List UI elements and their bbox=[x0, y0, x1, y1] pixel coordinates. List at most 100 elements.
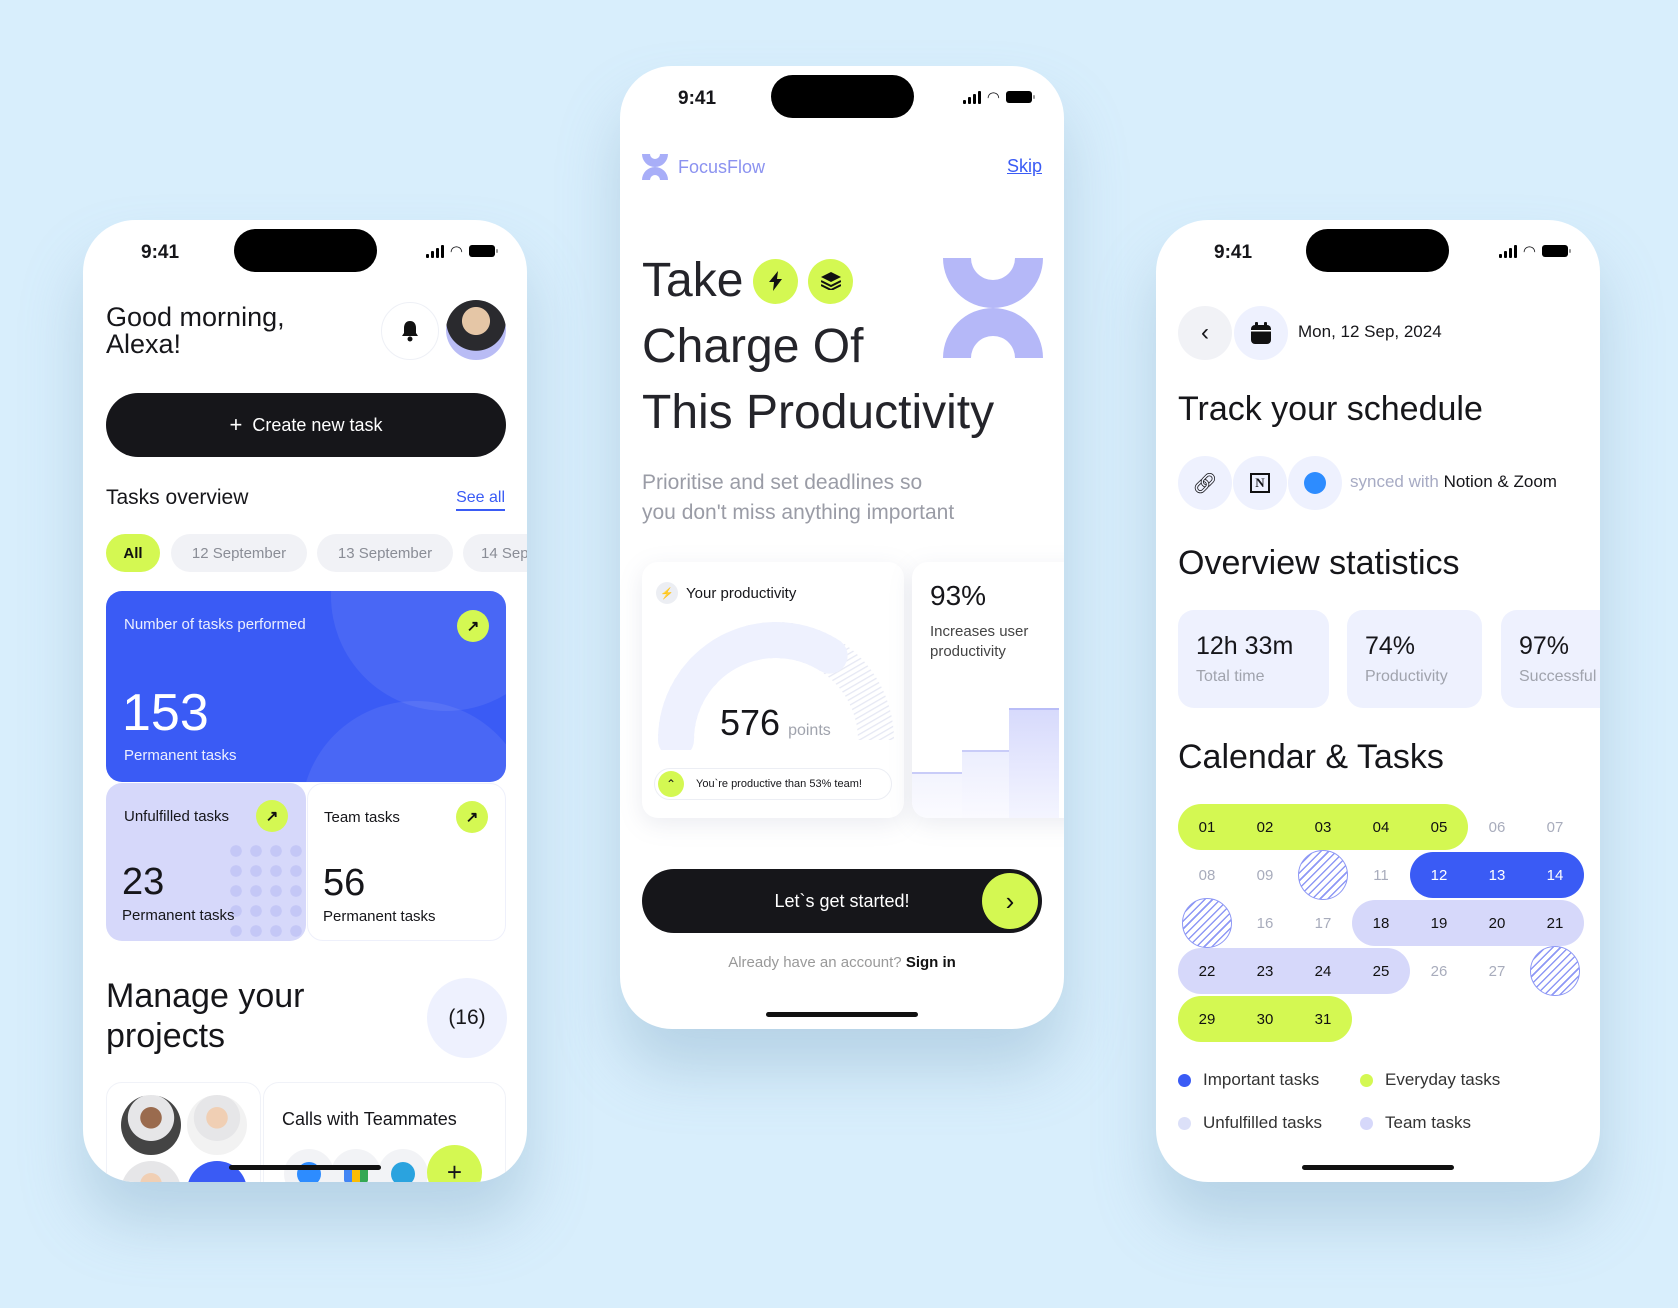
filter-chip-14-september[interactable]: 14 Sep bbox=[463, 534, 527, 572]
up-chevrons-icon: ⌃ bbox=[658, 771, 684, 797]
calendar-day-22[interactable]: 22 bbox=[1179, 948, 1235, 994]
card-value: 56 bbox=[323, 862, 366, 904]
dynamic-island bbox=[1306, 229, 1449, 272]
stat-card-total-time[interactable]: 12h 33m Total time bbox=[1178, 610, 1329, 708]
step-bar-2 bbox=[962, 750, 1009, 818]
card-label: Team tasks bbox=[324, 809, 400, 826]
calendar-day-29[interactable]: 29 bbox=[1179, 996, 1235, 1042]
calendar-day-11[interactable]: 11 bbox=[1353, 852, 1409, 898]
lightning-icon bbox=[768, 271, 782, 291]
current-date: Mon, 12 Sep, 2024 bbox=[1298, 322, 1442, 341]
back-button[interactable]: ‹ bbox=[1178, 306, 1232, 360]
calendar-day-14[interactable]: 14 bbox=[1527, 852, 1583, 898]
calendar-day-27[interactable]: 27 bbox=[1469, 948, 1525, 994]
unfulfilled-day-10[interactable] bbox=[1298, 850, 1348, 900]
get-started-label: Let`s get started! bbox=[774, 890, 910, 911]
calendar-day-12[interactable]: 12 bbox=[1411, 852, 1467, 898]
notifications-button[interactable] bbox=[381, 302, 439, 360]
open-card-button[interactable]: ↗ bbox=[456, 801, 488, 833]
calendar-day-25[interactable]: 25 bbox=[1353, 948, 1409, 994]
calendar-day-31[interactable]: 31 bbox=[1295, 996, 1351, 1042]
legend-dot bbox=[1360, 1116, 1373, 1130]
calendar-day-05[interactable]: 05 bbox=[1411, 804, 1467, 850]
card-label: Number of tasks performed bbox=[124, 616, 306, 633]
filter-chip-all[interactable]: All bbox=[106, 534, 160, 572]
team-tasks-card[interactable]: Team tasks ↗ 56 Permanent tasks bbox=[307, 783, 506, 941]
calendar-button[interactable] bbox=[1234, 306, 1288, 360]
wifi-icon: ◠ bbox=[449, 243, 463, 260]
card-value: 23 bbox=[122, 861, 165, 903]
bell-icon bbox=[402, 321, 418, 342]
calendar-day-19[interactable]: 19 bbox=[1411, 900, 1467, 946]
telegram-app-icon[interactable] bbox=[378, 1149, 428, 1182]
headline-line-1: Take bbox=[642, 254, 744, 307]
calendar-day-08[interactable]: 08 bbox=[1179, 852, 1235, 898]
sign-in-link[interactable]: Sign in bbox=[906, 954, 956, 971]
notion-icon: N bbox=[1250, 473, 1270, 493]
calendar-day-09[interactable]: 09 bbox=[1237, 852, 1293, 898]
calendar-day-23[interactable]: 23 bbox=[1237, 948, 1293, 994]
unfulfilled-tasks-card[interactable]: Unfulfilled tasks ↗ 23 Permanent tasks bbox=[106, 783, 306, 941]
synced-info: synced with Notion & Zoom bbox=[1350, 472, 1557, 492]
wifi-icon: ◠ bbox=[986, 89, 1000, 106]
notion-button[interactable]: N bbox=[1233, 456, 1287, 510]
get-started-button[interactable]: Let`s get started! › bbox=[642, 869, 1042, 933]
unfulfilled-day-28[interactable] bbox=[1530, 946, 1580, 996]
add-call-button[interactable]: + bbox=[427, 1145, 482, 1182]
stat-card-productivity[interactable]: 74% Productivity bbox=[1347, 610, 1482, 708]
onboarding-phone: 9:41 ◠ FocusFlow Skip Take Charge Of Thi… bbox=[620, 66, 1064, 1029]
calendar-day-24[interactable]: 24 bbox=[1295, 948, 1351, 994]
home-indicator bbox=[1302, 1165, 1454, 1170]
calendar-day-30[interactable]: 30 bbox=[1237, 996, 1293, 1042]
stat-label: Successful bbox=[1519, 668, 1597, 685]
stat-card-successful[interactable]: 97% Successful bbox=[1501, 610, 1600, 708]
calendar-day-26[interactable]: 26 bbox=[1411, 948, 1467, 994]
status-bar: 9:41 ◠ bbox=[620, 66, 1064, 136]
decor-circle bbox=[301, 701, 506, 782]
calendar-day-16[interactable]: 16 bbox=[1237, 900, 1293, 946]
calendar-day-02[interactable]: 02 bbox=[1237, 804, 1293, 850]
battery-icon bbox=[1006, 91, 1035, 103]
home-indicator bbox=[766, 1012, 918, 1017]
stat-label: Total time bbox=[1196, 668, 1265, 685]
open-card-button[interactable]: ↗ bbox=[256, 800, 288, 832]
legend-label: Everyday tasks bbox=[1385, 1070, 1501, 1089]
status-time: 9:41 bbox=[141, 242, 180, 263]
filter-chip-12-september[interactable]: 12 September bbox=[171, 534, 307, 572]
chevron-left-icon: ‹ bbox=[1201, 319, 1209, 346]
calendar-day-04[interactable]: 04 bbox=[1353, 804, 1409, 850]
projects-count-badge[interactable]: (16) bbox=[427, 978, 507, 1058]
tasks-performed-card[interactable]: Number of tasks performed ↗ 153 Permanen… bbox=[106, 591, 506, 782]
brand-name: FocusFlow bbox=[678, 156, 766, 177]
legend-label: Unfulfilled tasks bbox=[1203, 1113, 1323, 1132]
calendar-day-06[interactable]: 06 bbox=[1469, 804, 1525, 850]
projects-title-line-2: projects bbox=[106, 1017, 226, 1055]
increase-label-line-1: Increases user bbox=[930, 623, 1029, 640]
calendar-day-20[interactable]: 20 bbox=[1469, 900, 1525, 946]
zoom-button[interactable] bbox=[1288, 456, 1342, 510]
link-button[interactable]: 🔗︎ bbox=[1178, 456, 1232, 510]
unfulfilled-day-15[interactable] bbox=[1182, 898, 1232, 948]
calendar-day-13[interactable]: 13 bbox=[1469, 852, 1525, 898]
headline: Take Charge Of This Productivity bbox=[642, 248, 994, 446]
create-task-button[interactable]: + Create new task bbox=[106, 393, 506, 457]
calendar-icon bbox=[1251, 322, 1271, 344]
legend-item: Important tasks bbox=[1178, 1070, 1319, 1090]
card-label: Unfulfilled tasks bbox=[124, 808, 230, 825]
calendar-day-17[interactable]: 17 bbox=[1295, 900, 1351, 946]
filter-chip-13-september[interactable]: 13 September bbox=[317, 534, 453, 572]
calendar-day-01[interactable]: 01 bbox=[1179, 804, 1235, 850]
open-card-button[interactable]: ↗ bbox=[457, 610, 489, 642]
dotted-pattern bbox=[226, 841, 306, 941]
chevron-right-icon: › bbox=[982, 873, 1038, 929]
calendar-day-18[interactable]: 18 bbox=[1353, 900, 1409, 946]
status-bar: 9:41 ◠ bbox=[83, 220, 527, 290]
calendar-day-07[interactable]: 07 bbox=[1527, 804, 1583, 850]
calendar-day-03[interactable]: 03 bbox=[1295, 804, 1351, 850]
focusflow-large-logo-icon bbox=[943, 258, 1043, 358]
calendar-day-21[interactable]: 21 bbox=[1527, 900, 1583, 946]
user-avatar[interactable] bbox=[446, 300, 506, 360]
see-all-link[interactable]: See all bbox=[456, 489, 505, 511]
skip-link[interactable]: Skip bbox=[1007, 156, 1042, 177]
subtitle-line-2: you don't miss anything important bbox=[642, 501, 955, 524]
